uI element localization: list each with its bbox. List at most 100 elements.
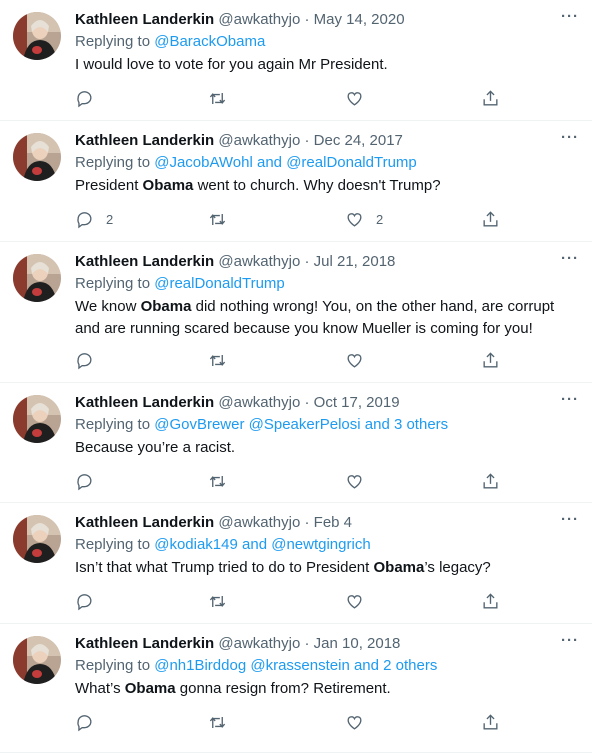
more-icon[interactable]: ··· bbox=[560, 251, 580, 272]
user-handle[interactable]: @awkathyjo bbox=[218, 11, 300, 28]
like-button[interactable] bbox=[345, 349, 376, 371]
mention-link[interactable]: @kodiak149 bbox=[154, 536, 238, 553]
share-button[interactable] bbox=[481, 590, 500, 612]
retweet-button[interactable] bbox=[208, 349, 227, 371]
share-button[interactable] bbox=[481, 87, 500, 109]
tweet[interactable]: Kathleen Landerkin @awkathyjo · May 14, … bbox=[0, 0, 592, 121]
tweet-actions bbox=[75, 349, 505, 371]
more-icon[interactable]: ··· bbox=[560, 392, 580, 413]
tweet[interactable]: Kathleen Landerkin @awkathyjo · Dec 24, … bbox=[0, 121, 592, 242]
tweet-actions bbox=[75, 87, 505, 109]
share-button[interactable] bbox=[481, 711, 500, 733]
tweet-date[interactable]: May 14, 2020 bbox=[314, 11, 405, 28]
tweet-content: Kathleen Landerkin @awkathyjo · Dec 24, … bbox=[75, 130, 580, 197]
mention-link[interactable]: @JacobAWohl bbox=[154, 154, 253, 171]
reply-button[interactable] bbox=[75, 349, 106, 371]
tweet-actions: 2 2 bbox=[75, 208, 505, 230]
share-button[interactable] bbox=[481, 470, 500, 492]
user-name[interactable]: Kathleen Landerkin bbox=[75, 394, 214, 411]
reply-count: 2 bbox=[106, 211, 114, 227]
user-handle[interactable]: @awkathyjo bbox=[218, 253, 300, 270]
user-name[interactable]: Kathleen Landerkin bbox=[75, 253, 214, 270]
like-button[interactable]: 2 bbox=[345, 208, 383, 230]
like-button[interactable] bbox=[345, 590, 376, 612]
reply-button[interactable] bbox=[75, 711, 106, 733]
heart-icon bbox=[347, 715, 362, 730]
user-name[interactable]: Kathleen Landerkin bbox=[75, 11, 214, 28]
retweet-button[interactable] bbox=[208, 470, 227, 492]
mention-link[interactable]: @newtgingrich bbox=[271, 536, 370, 553]
retweet-button[interactable] bbox=[208, 711, 227, 733]
tweet[interactable]: Kathleen Landerkin @awkathyjo · Feb 4 ··… bbox=[0, 503, 592, 624]
mention-link[interactable]: @realDonaldTrump bbox=[286, 154, 417, 171]
tweet-date[interactable]: Jan 10, 2018 bbox=[314, 635, 401, 652]
mention-link[interactable]: @nh1Birddog bbox=[154, 657, 246, 674]
user-handle[interactable]: @awkathyjo bbox=[218, 394, 300, 411]
mention-link[interactable]: @BarackObama bbox=[154, 33, 265, 50]
reply-icon bbox=[77, 473, 92, 490]
like-button[interactable] bbox=[345, 711, 376, 733]
user-handle[interactable]: @awkathyjo bbox=[218, 635, 300, 652]
retweet-button[interactable] bbox=[208, 590, 227, 612]
reply-button[interactable] bbox=[75, 87, 106, 109]
tweet-text: Isn’t that what Trump tried to do to Pre… bbox=[75, 557, 580, 579]
user-name[interactable]: Kathleen Landerkin bbox=[75, 132, 214, 149]
tweet-date[interactable]: Jul 21, 2018 bbox=[314, 253, 396, 270]
avatar[interactable] bbox=[13, 515, 61, 563]
tweet-date[interactable]: Dec 24, 2017 bbox=[314, 132, 403, 149]
mention-link[interactable]: @realDonaldTrump bbox=[154, 275, 285, 292]
avatar[interactable] bbox=[13, 395, 61, 443]
retweet-icon bbox=[209, 475, 226, 487]
replying-to: Replying to @BarackObama bbox=[75, 32, 580, 52]
user-handle[interactable]: @awkathyjo bbox=[218, 132, 300, 149]
mention-link[interactable]: @krassenstein bbox=[250, 657, 349, 674]
tweet-content: Kathleen Landerkin @awkathyjo · Oct 17, … bbox=[75, 392, 580, 459]
tweet-header: Kathleen Landerkin @awkathyjo · Feb 4 bbox=[75, 513, 580, 533]
heart-icon bbox=[347, 594, 362, 609]
tweet-actions bbox=[75, 470, 505, 492]
retweet-button[interactable] bbox=[208, 208, 227, 230]
tweet-text: We know Obama did nothing wrong! You, on… bbox=[75, 296, 580, 340]
share-button[interactable] bbox=[481, 349, 500, 371]
more-icon[interactable]: ··· bbox=[560, 633, 580, 654]
more-icon[interactable]: ··· bbox=[560, 130, 580, 151]
tweet-text: What’s Obama gonna resign from? Retireme… bbox=[75, 678, 580, 700]
avatar[interactable] bbox=[13, 12, 61, 60]
mention-link[interactable]: @SpeakerPelosi bbox=[249, 416, 361, 433]
reply-button[interactable] bbox=[75, 590, 106, 612]
tweet-content: Kathleen Landerkin @awkathyjo · Jan 10, … bbox=[75, 633, 580, 700]
user-name[interactable]: Kathleen Landerkin bbox=[75, 514, 214, 531]
avatar[interactable] bbox=[13, 636, 61, 684]
avatar[interactable] bbox=[13, 254, 61, 302]
share-button[interactable] bbox=[481, 208, 500, 230]
like-button[interactable] bbox=[345, 470, 376, 492]
tweet-date[interactable]: Oct 17, 2019 bbox=[314, 394, 400, 411]
tweet[interactable]: Kathleen Landerkin @awkathyjo · Jul 21, … bbox=[0, 242, 592, 383]
tweet[interactable]: Kathleen Landerkin @awkathyjo · Jan 10, … bbox=[0, 624, 592, 753]
avatar[interactable] bbox=[13, 133, 61, 181]
user-name[interactable]: Kathleen Landerkin bbox=[75, 635, 214, 652]
reply-button[interactable]: 2 bbox=[75, 208, 113, 230]
tweet[interactable]: Kathleen Landerkin @awkathyjo · Oct 17, … bbox=[0, 383, 592, 503]
share-icon bbox=[483, 89, 498, 106]
separator-dot: · bbox=[304, 253, 310, 270]
more-icon[interactable]: ··· bbox=[560, 512, 580, 533]
mention-link[interactable]: @GovBrewer bbox=[154, 416, 244, 433]
heart-icon bbox=[347, 91, 362, 106]
tweet-text-segment: I would love to vote for you again Mr Pr… bbox=[75, 56, 388, 73]
retweet-icon bbox=[209, 213, 226, 225]
like-button[interactable] bbox=[345, 87, 376, 109]
separator-dot: · bbox=[304, 394, 310, 411]
reply-button[interactable] bbox=[75, 470, 106, 492]
tweet-text-segment: President bbox=[75, 177, 143, 194]
replying-to: Replying to @nh1Birddog @krassenstein an… bbox=[75, 656, 580, 676]
mention-joiner[interactable]: and 2 others bbox=[350, 657, 437, 674]
avatar-photo bbox=[13, 395, 61, 443]
retweet-button[interactable] bbox=[208, 87, 227, 109]
tweet-header: Kathleen Landerkin @awkathyjo · Oct 17, … bbox=[75, 393, 580, 413]
more-icon[interactable]: ··· bbox=[560, 9, 580, 30]
user-handle[interactable]: @awkathyjo bbox=[218, 514, 300, 531]
mention-joiner[interactable]: and 3 others bbox=[361, 416, 448, 433]
replying-to-label: Replying to bbox=[75, 154, 155, 171]
tweet-date[interactable]: Feb 4 bbox=[314, 514, 352, 531]
